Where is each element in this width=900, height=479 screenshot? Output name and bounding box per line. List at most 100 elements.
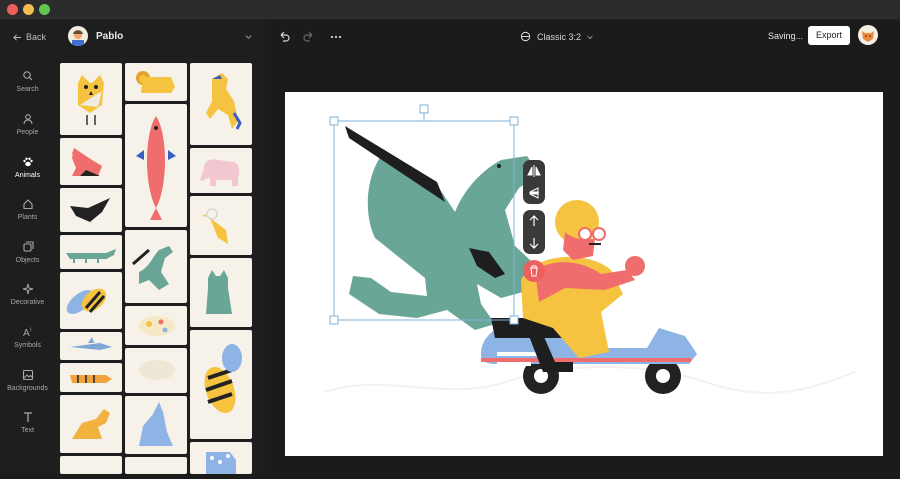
- flip-vertical-icon[interactable]: [523, 182, 545, 204]
- search-icon: [22, 71, 32, 81]
- format-label: Classic 3:2: [537, 31, 582, 42]
- nav-text-label: Text: [21, 427, 34, 434]
- dog-icon: [72, 409, 110, 439]
- crocodile-icon: [66, 249, 116, 263]
- resize-handle-bottom-right[interactable]: [509, 315, 519, 325]
- nav-search[interactable]: Search: [0, 70, 55, 93]
- svg-text:!: !: [30, 328, 32, 334]
- more-icon[interactable]: [329, 30, 343, 44]
- bee-large-icon: [204, 344, 242, 414]
- asset-elephant[interactable]: [190, 148, 252, 193]
- asset-crow[interactable]: [60, 188, 122, 232]
- asset-tiger[interactable]: [60, 363, 122, 392]
- asset-fox[interactable]: [60, 138, 122, 185]
- asset-sheep[interactable]: [125, 348, 187, 393]
- asset-dragon-thumb[interactable]: [125, 230, 187, 303]
- nav-text[interactable]: Text: [0, 411, 55, 434]
- asset-fish[interactable]: [125, 104, 187, 227]
- plant-icon: [22, 199, 33, 210]
- asset-bee[interactable]: [60, 272, 122, 329]
- person-icon: [22, 114, 33, 125]
- nav-decorative[interactable]: Decorative: [0, 283, 55, 306]
- canvas-illustration: [324, 104, 856, 394]
- bring-forward-icon[interactable]: [523, 210, 545, 232]
- delete-button[interactable]: [523, 260, 545, 282]
- resize-handle-bottom-left[interactable]: [329, 315, 339, 325]
- asset-owl[interactable]: [60, 63, 122, 135]
- layer-tool-group: [523, 210, 545, 254]
- symbols-icon: A!: [23, 328, 32, 338]
- redo-icon[interactable]: [302, 30, 316, 44]
- asset-crocodile[interactable]: [60, 235, 122, 269]
- asset-lion[interactable]: [125, 63, 187, 101]
- avatar: [68, 26, 88, 46]
- asset-wolf[interactable]: [125, 396, 187, 454]
- asset-more-2[interactable]: [125, 457, 187, 474]
- arrow-left-icon: [13, 33, 22, 41]
- nav-backgrounds[interactable]: Backgrounds: [0, 369, 55, 392]
- close-window-button[interactable]: [7, 4, 18, 15]
- flip-tool-group: [523, 160, 545, 204]
- flip-horizontal-icon[interactable]: [523, 160, 545, 182]
- design-canvas[interactable]: [285, 92, 883, 456]
- nav-people[interactable]: People: [0, 113, 55, 136]
- nav-animals-label: Animals: [15, 172, 40, 179]
- back-button[interactable]: Back: [13, 32, 46, 42]
- scooter-rider-graphic[interactable]: [481, 200, 697, 394]
- fish-icon: [136, 116, 176, 220]
- sheep-icon: [139, 360, 175, 380]
- profile-avatar[interactable]: [858, 25, 878, 45]
- bird-icon: [202, 208, 228, 244]
- asset-bird[interactable]: [190, 196, 252, 255]
- pig-icon: [139, 316, 175, 336]
- save-status: Saving...: [768, 31, 804, 41]
- nav-symbols[interactable]: A! Symbols: [0, 326, 55, 349]
- nav-search-label: Search: [16, 86, 39, 93]
- export-button[interactable]: Export: [808, 26, 850, 45]
- asset-shark[interactable]: [60, 332, 122, 360]
- zebra-icon: [206, 452, 236, 474]
- asset-pig[interactable]: [125, 306, 187, 345]
- asset-more-1[interactable]: [60, 456, 122, 474]
- crow-icon: [70, 198, 110, 222]
- wolf-icon: [139, 402, 173, 446]
- svg-text:A: A: [23, 328, 30, 338]
- chevron-down-icon: [587, 35, 593, 39]
- horse-icon: [206, 73, 242, 130]
- paw-icon: [22, 157, 33, 167]
- nav-animals[interactable]: Animals: [0, 156, 55, 179]
- format-selector[interactable]: Classic 3:2: [519, 30, 594, 43]
- maximize-window-button[interactable]: [39, 4, 50, 15]
- asset-cat[interactable]: [190, 258, 252, 327]
- dragon-icon: [132, 246, 173, 290]
- minimize-window-button[interactable]: [23, 4, 34, 15]
- nav-objects-label: Objects: [15, 257, 40, 264]
- chevron-down-icon[interactable]: [244, 32, 253, 41]
- undo-icon[interactable]: [277, 30, 291, 44]
- asset-bee-large[interactable]: [190, 330, 252, 439]
- asset-panel: Pablo: [55, 20, 265, 474]
- asset-dog[interactable]: [60, 395, 122, 453]
- sparkle-icon: [22, 283, 33, 295]
- cat-icon: [206, 270, 232, 314]
- back-label: Back: [26, 32, 47, 42]
- user-name: Pablo: [96, 30, 124, 42]
- user-switcher[interactable]: Pablo: [68, 26, 123, 46]
- nav-objects[interactable]: Objects: [0, 241, 55, 264]
- editor-toolbar: Classic 3:2 Saving... Export: [265, 20, 900, 55]
- asset-horse[interactable]: [190, 63, 252, 145]
- asset-zebra[interactable]: [190, 442, 252, 474]
- tiger-icon: [70, 375, 112, 383]
- elephant-icon: [200, 159, 240, 186]
- nav-plants[interactable]: Plants: [0, 198, 55, 221]
- resize-handle-top-left[interactable]: [329, 116, 339, 126]
- category-sidebar: Back Search People Animals Plants Object…: [0, 20, 55, 474]
- resize-handle-top-right[interactable]: [509, 116, 519, 126]
- send-backward-icon[interactable]: [523, 232, 545, 254]
- owl-icon: [78, 75, 104, 125]
- nav-symbols-label: Symbols: [14, 342, 41, 349]
- lion-icon: [136, 71, 175, 93]
- rotate-handle[interactable]: [419, 104, 429, 114]
- nav-backgrounds-label: Backgrounds: [7, 385, 48, 392]
- fox-icon: [72, 148, 102, 176]
